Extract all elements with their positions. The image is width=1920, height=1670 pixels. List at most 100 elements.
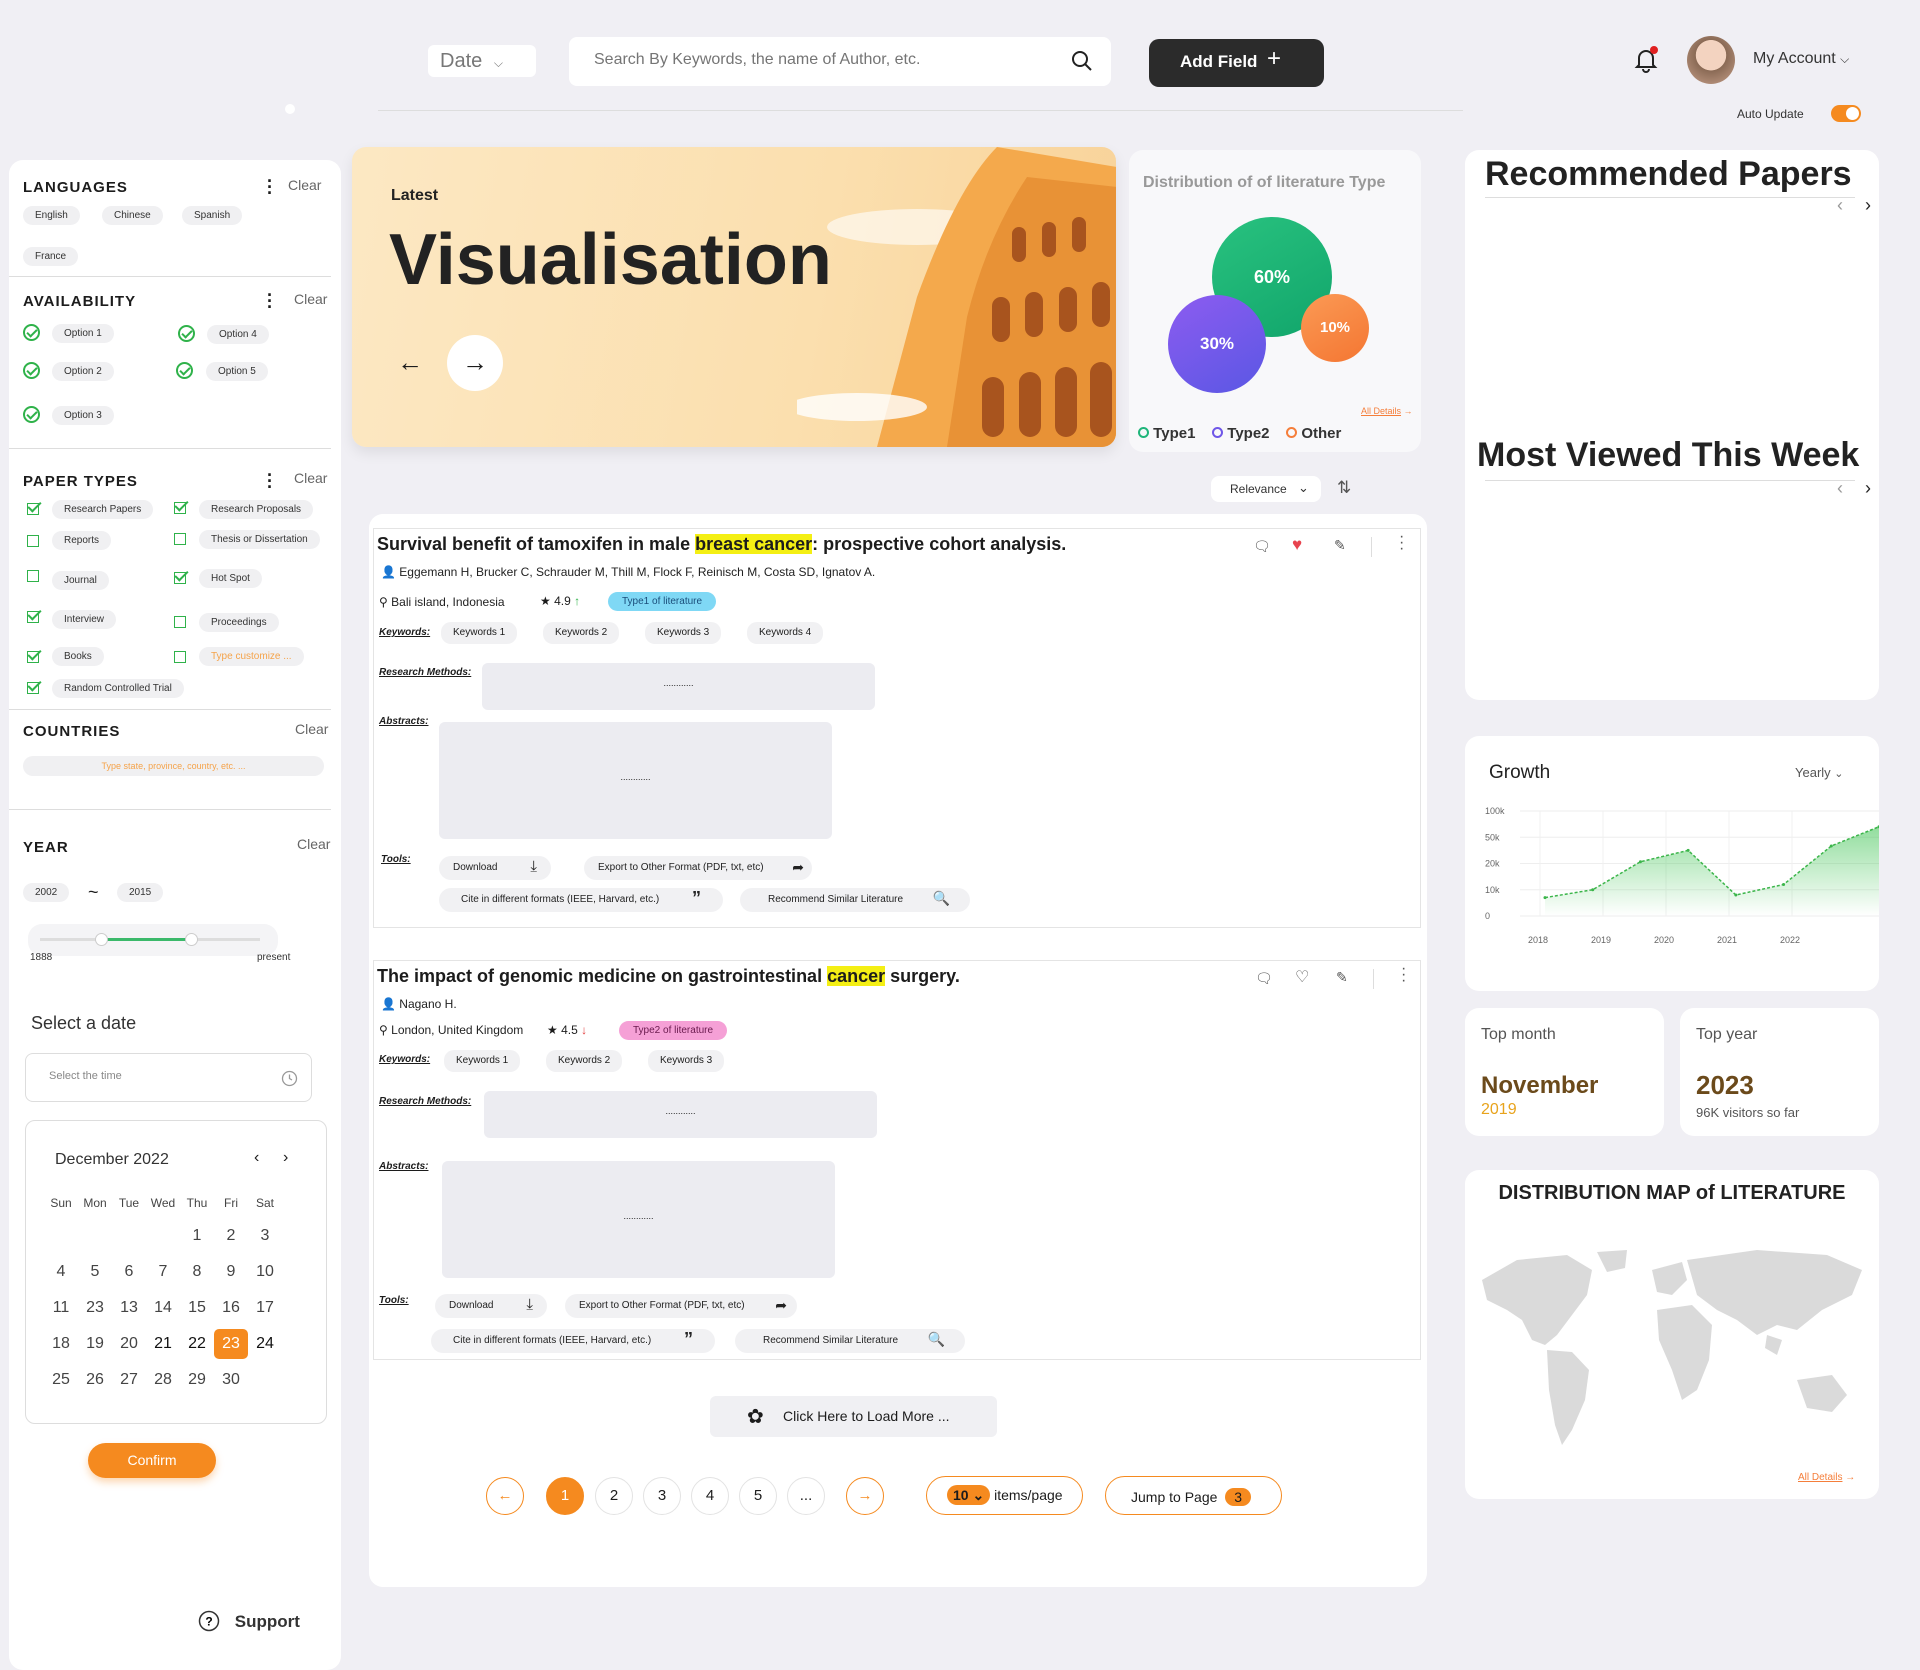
download-button[interactable]: Download ⤓ [435, 1294, 547, 1318]
sort-order-icon[interactable]: ⇅ [1337, 478, 1351, 498]
items-count[interactable]: 10 ⌄ [947, 1485, 991, 1505]
availability-option[interactable]: Option 3 [52, 406, 114, 425]
recommend-similar-button[interactable]: Recommend Similar Literature 🔍 [740, 888, 970, 912]
chevron-left-icon[interactable]: ‹ [1837, 478, 1843, 499]
year-slider-handle-min[interactable] [94, 933, 108, 946]
languages-clear-button[interactable]: Clear [288, 177, 321, 193]
avatar[interactable] [1687, 36, 1735, 84]
page-button[interactable]: 2 [595, 1477, 633, 1515]
year-from[interactable]: 2002 [23, 883, 70, 902]
day[interactable]: 23 [78, 1290, 112, 1326]
checkbox[interactable] [27, 651, 39, 663]
language-chip[interactable]: English [23, 206, 80, 225]
availability-option[interactable]: Option 2 [52, 362, 114, 381]
keyword-chip[interactable]: Keywords 4 [747, 622, 824, 644]
all-details-link[interactable]: All Details → [1361, 406, 1413, 416]
chevron-right-icon[interactable]: › [283, 1149, 288, 1167]
recommend-similar-button[interactable]: Recommend Similar Literature 🔍 [735, 1329, 965, 1353]
more-icon[interactable]: · · · [267, 172, 273, 202]
chevron-right-icon[interactable]: › [1865, 195, 1871, 216]
page-button[interactable]: 3 [643, 1477, 681, 1515]
language-chip[interactable]: France [23, 247, 79, 266]
paper-title[interactable]: The impact of genomic medicine on gastro… [377, 966, 960, 987]
day[interactable]: 10 [248, 1254, 282, 1290]
day[interactable]: 21 [146, 1326, 180, 1362]
more-icon[interactable]: · · · [267, 466, 273, 496]
export-button[interactable]: Export to Other Format (PDF, txt, etc) ➦ [565, 1294, 797, 1318]
download-button[interactable]: Download ⤓ [439, 856, 551, 880]
day[interactable]: 29 [180, 1362, 214, 1398]
day[interactable]: 4 [44, 1254, 78, 1290]
page-button[interactable]: 4 [691, 1477, 729, 1515]
chevron-right-icon[interactable]: › [1865, 478, 1871, 499]
day[interactable]: 8 [180, 1254, 214, 1290]
day[interactable]: 11 [44, 1290, 78, 1326]
export-button[interactable]: Export to Other Format (PDF, txt, etc) ➦ [584, 856, 812, 880]
jump-input[interactable]: 3 [1225, 1488, 1252, 1506]
date-dropdown[interactable]: Date ⌵ [428, 45, 536, 77]
keyword-chip[interactable]: Keywords 1 [441, 622, 518, 644]
check-icon[interactable] [23, 362, 40, 379]
sort-dropdown[interactable]: Relevance ⌄ [1211, 476, 1321, 502]
heart-icon[interactable]: ♡ [1295, 967, 1309, 987]
day[interactable]: 30 [214, 1362, 248, 1398]
paper-type-chip[interactable]: Books [52, 647, 104, 666]
check-icon[interactable] [178, 325, 195, 342]
check-icon[interactable] [176, 362, 193, 379]
day[interactable]: 7 [146, 1254, 180, 1290]
keyword-chip[interactable]: Keywords 2 [543, 622, 620, 644]
load-more-button[interactable]: ✿ Click Here to Load More ... [710, 1396, 997, 1437]
day[interactable]: 26 [78, 1362, 112, 1398]
jump-to-page[interactable]: Jump to Page 3 [1105, 1476, 1282, 1515]
chevron-left-icon[interactable]: ‹ [254, 1149, 259, 1167]
day[interactable]: 19 [78, 1326, 112, 1362]
checkbox[interactable] [27, 682, 39, 694]
paper-type-chip[interactable]: Research Papers [52, 500, 154, 519]
day[interactable]: 1 [180, 1218, 214, 1254]
more-icon[interactable]: · · · [267, 286, 273, 316]
day[interactable]: 22 [180, 1326, 214, 1362]
comment-icon[interactable]: 🗨 [1253, 538, 1271, 555]
day-selected[interactable]: 23 [214, 1326, 248, 1362]
day[interactable]: 14 [146, 1290, 180, 1326]
day[interactable]: 20 [112, 1326, 146, 1362]
day[interactable]: 25 [44, 1362, 78, 1398]
availability-option[interactable]: Option 5 [206, 362, 268, 381]
day[interactable]: 24 [248, 1326, 282, 1362]
support-link[interactable]: ? Support [198, 1610, 300, 1632]
day[interactable]: 5 [78, 1254, 112, 1290]
paper-types-clear-button[interactable]: Clear [294, 470, 327, 486]
arrow-left-icon[interactable]: ← [397, 347, 423, 378]
paper-type-chip[interactable]: Random Controlled Trial [52, 679, 184, 698]
add-field-button[interactable]: Add Field + [1149, 39, 1324, 87]
keyword-chip[interactable]: Keywords 3 [648, 1050, 725, 1072]
language-chip[interactable]: Spanish [182, 206, 243, 225]
day[interactable]: 3 [248, 1218, 282, 1254]
type-badge[interactable]: Type1 of literature [608, 592, 717, 611]
checkbox[interactable] [174, 616, 186, 628]
prev-page-button[interactable]: ← [486, 1477, 524, 1515]
day[interactable]: 16 [214, 1290, 248, 1326]
paper-type-chip[interactable]: Interview [52, 610, 117, 629]
period-dropdown[interactable]: Yearly ⌄ [1795, 765, 1844, 780]
checkbox[interactable] [27, 611, 39, 623]
language-chip[interactable]: Chinese [102, 206, 163, 225]
heart-icon[interactable]: ♥ [1292, 535, 1302, 555]
checkbox[interactable] [27, 503, 39, 515]
day[interactable]: 28 [146, 1362, 180, 1398]
year-clear-button[interactable]: Clear [297, 836, 330, 852]
day[interactable]: 17 [248, 1290, 282, 1326]
bell-icon[interactable] [1632, 46, 1660, 74]
cite-button[interactable]: Cite in different formats (IEEE, Harvard… [439, 888, 723, 912]
checkbox[interactable] [174, 502, 186, 514]
paper-type-chip[interactable]: Research Proposals [199, 500, 314, 519]
more-icon[interactable]: · · · [1401, 961, 1406, 989]
keyword-chip[interactable]: Keywords 3 [645, 622, 722, 644]
account-menu[interactable]: My Account ⌵ [1753, 50, 1849, 68]
checkbox[interactable] [27, 570, 39, 582]
paper-type-chip[interactable]: Reports [52, 531, 112, 550]
map-all-details-link[interactable]: All Details → [1798, 1472, 1855, 1483]
page-button[interactable]: 5 [739, 1477, 777, 1515]
chevron-left-icon[interactable]: ‹ [1837, 195, 1843, 216]
year-slider-handle-max[interactable] [184, 933, 198, 946]
